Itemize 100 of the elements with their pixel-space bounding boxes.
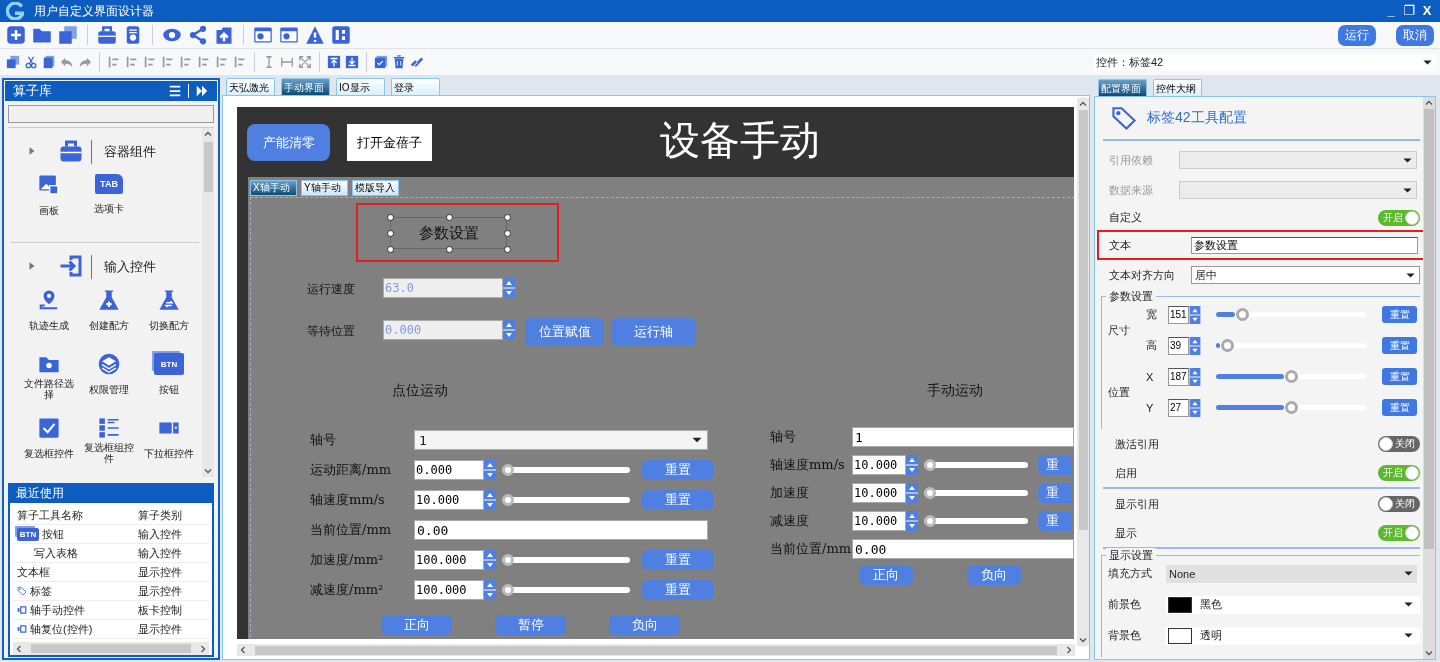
canvas-tab[interactable]: X轴手动 — [250, 180, 297, 196]
warning-icon[interactable] — [305, 25, 325, 45]
expand-arrow-icon[interactable] — [27, 261, 37, 271]
reset-button[interactable]: 重置 — [642, 460, 714, 480]
text-field[interactable]: 1 — [852, 427, 1074, 447]
spinner-buttons[interactable] — [484, 490, 496, 510]
toolbar-button[interactable]: 取消 — [1396, 24, 1434, 46]
canvas-button[interactable]: 产能清零 — [247, 124, 330, 161]
window-control[interactable]: ❐ — [1402, 3, 1416, 19]
table-cell[interactable]: 文本框 — [17, 564, 50, 580]
scrollbar-thumb[interactable] — [31, 644, 191, 653]
reset-button[interactable]: 重置 — [642, 550, 714, 570]
window-icon[interactable] — [279, 25, 299, 45]
library-item[interactable]: 画板 — [20, 199, 78, 221]
slider-track[interactable] — [502, 467, 630, 473]
slider-track[interactable] — [502, 557, 630, 563]
color-dropdown[interactable]: 透明 — [1166, 626, 1420, 645]
align-icon[interactable] — [215, 55, 229, 69]
window-control[interactable]: X — [1420, 3, 1434, 19]
number-field[interactable]: 10.000 — [852, 455, 906, 475]
reset-button[interactable]: 重置 — [1382, 399, 1417, 416]
window-control[interactable]: _ — [1384, 3, 1398, 19]
spinner-buttons[interactable] — [1189, 398, 1201, 417]
expand-icon[interactable] — [298, 55, 312, 69]
reset-button[interactable]: 重 — [1038, 511, 1072, 531]
spinner-buttons[interactable] — [1189, 336, 1201, 355]
canvas-button[interactable]: 运行轴 — [611, 318, 696, 346]
group-header[interactable]: 输入控件 — [104, 258, 156, 276]
library-item[interactable]: 切换配方 — [140, 314, 198, 336]
panel-tab[interactable]: 控件大纲 — [1153, 79, 1202, 96]
document-tab[interactable]: 登录 — [391, 78, 440, 95]
reset-button[interactable]: 重置 — [642, 580, 714, 600]
slider-track[interactable] — [924, 462, 1028, 468]
trash-icon[interactable] — [392, 55, 406, 69]
library-item[interactable]: 文件路径选择 — [20, 378, 78, 400]
scroll-down-icon[interactable] — [204, 467, 212, 475]
scrollbar-thumb[interactable] — [1078, 110, 1088, 530]
slider-track[interactable] — [924, 490, 1028, 496]
reset-button[interactable]: 重 — [1038, 455, 1072, 475]
scrollbar-thumb[interactable] — [255, 645, 1057, 655]
resize-handle[interactable] — [504, 230, 511, 237]
slider-thumb[interactable] — [1285, 401, 1298, 414]
reset-button[interactable]: 重置 — [1382, 337, 1417, 354]
slider-track[interactable] — [502, 497, 630, 503]
number-field[interactable]: 39 — [1168, 336, 1189, 355]
text-field[interactable]: 参数设置 — [1191, 236, 1418, 254]
canvas-button[interactable]: 打开金蓓子 — [347, 124, 432, 161]
fast-forward-icon[interactable] — [195, 84, 209, 98]
scroll-down-icon[interactable] — [1425, 649, 1433, 657]
copy-icon[interactable] — [58, 25, 78, 45]
library-item[interactable]: 按钮 — [140, 378, 198, 400]
number-field[interactable]: 100.000 — [414, 550, 484, 570]
window-icon[interactable] — [253, 25, 273, 45]
resize-handle[interactable] — [387, 230, 394, 237]
library-item[interactable]: 下拉框控件 — [140, 442, 198, 464]
cut-icon[interactable] — [24, 55, 38, 69]
number-field[interactable]: 0.000 — [414, 460, 484, 480]
number-field[interactable]: 10.000 — [852, 511, 906, 531]
document-tab[interactable]: 天弘激光 — [226, 78, 275, 95]
scroll-up-icon[interactable] — [1425, 99, 1433, 107]
send-to-back-icon[interactable] — [345, 55, 359, 69]
direction-button[interactable]: 负向 — [609, 615, 680, 635]
table-cell[interactable]: 轴复位(控件) — [30, 621, 93, 637]
reset-button[interactable]: 重置 — [1382, 368, 1417, 385]
control-selector[interactable]: 控件：标签42 — [1094, 53, 1436, 71]
align-icon[interactable] — [107, 55, 121, 69]
dropdown[interactable]: 1 — [414, 430, 708, 450]
spinner-buttons[interactable] — [503, 278, 515, 298]
scroll-up-icon[interactable] — [204, 130, 212, 138]
scrollbar-thumb[interactable] — [1424, 109, 1434, 549]
upload-icon[interactable] — [214, 25, 234, 45]
spinner-buttons[interactable] — [484, 460, 496, 480]
direction-button[interactable]: 负向 — [967, 565, 1021, 585]
table-cell[interactable]: 标签 — [30, 583, 52, 599]
library-item[interactable]: 权限管理 — [80, 378, 138, 400]
scrollbar-thumb[interactable] — [203, 142, 213, 192]
align-icon[interactable] — [125, 55, 139, 69]
number-field[interactable]: 27 — [1168, 398, 1189, 417]
library-item[interactable]: 轨迹生成 — [20, 314, 78, 336]
resize-handle[interactable] — [446, 214, 453, 221]
resize-handle[interactable] — [387, 214, 394, 221]
checkbox-icon[interactable] — [374, 55, 388, 69]
toggle-switch[interactable]: 关闭 — [1378, 436, 1420, 452]
scroll-right-icon[interactable] — [1065, 646, 1073, 654]
resize-handle[interactable] — [504, 214, 511, 221]
spinner-buttons[interactable] — [484, 580, 496, 600]
layout-icon[interactable] — [331, 25, 351, 45]
direction-button[interactable]: 暂停 — [495, 615, 566, 635]
dropdown[interactable]: 居中 — [1191, 266, 1420, 284]
align-icon[interactable] — [161, 55, 175, 69]
text-field[interactable]: 0.00 — [414, 520, 708, 540]
slider-thumb[interactable] — [1235, 308, 1249, 321]
slider-track[interactable] — [502, 587, 630, 593]
document-tab[interactable]: IO显示 — [336, 78, 385, 95]
scroll-right-icon[interactable] — [199, 644, 207, 653]
number-field[interactable]: 10.000 — [414, 490, 484, 510]
link-icon[interactable] — [410, 55, 424, 69]
group-header[interactable]: 容器组件 — [104, 143, 156, 161]
menu-icon[interactable] — [168, 84, 182, 98]
dropdown[interactable]: None — [1166, 564, 1417, 583]
